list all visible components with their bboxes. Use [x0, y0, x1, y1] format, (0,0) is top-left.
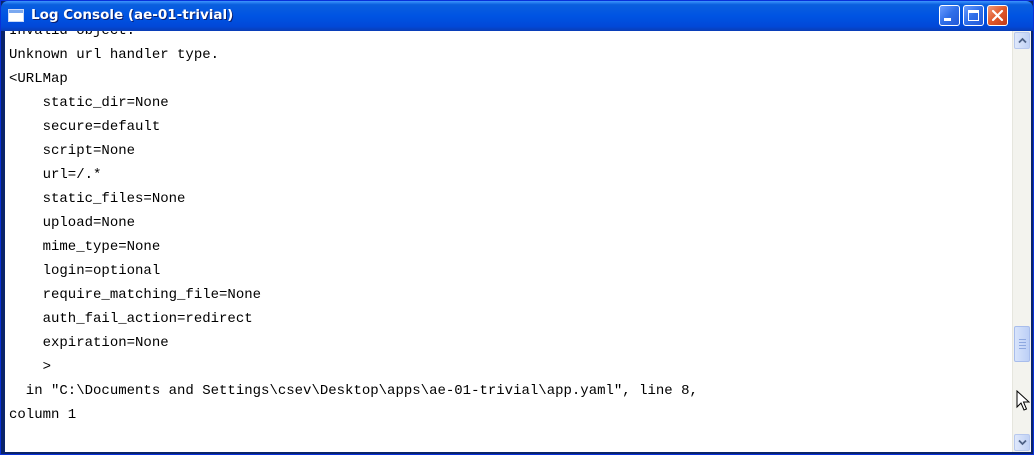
log-lines: Invalid object: Unknown url handler type.…	[9, 31, 698, 427]
close-button[interactable]	[987, 5, 1008, 26]
log-line: url=/.*	[9, 167, 102, 183]
close-icon	[991, 9, 1004, 22]
minimize-icon	[944, 18, 951, 21]
log-line: in "C:\Documents and Settings\csev\Deskt…	[9, 383, 698, 399]
log-line: Invalid object:	[9, 31, 136, 39]
log-line: auth_fail_action=redirect	[9, 311, 253, 327]
vertical-scrollbar[interactable]	[1012, 31, 1031, 452]
log-line: script=None	[9, 143, 136, 159]
chevron-down-icon	[1018, 439, 1027, 446]
scroll-down-button[interactable]	[1014, 434, 1030, 451]
log-line: Unknown url handler type.	[9, 47, 220, 63]
console-window-icon	[8, 9, 24, 22]
log-line: static_dir=None	[9, 95, 169, 111]
mouse-pointer-icon	[1016, 390, 1030, 411]
thumb-grip-line	[1019, 339, 1026, 340]
scroll-up-button[interactable]	[1014, 32, 1030, 49]
console-client-area: Invalid object: Unknown url handler type.…	[5, 31, 1031, 452]
thumb-grip-line	[1019, 348, 1026, 349]
log-line: mime_type=None	[9, 239, 161, 255]
log-line: <URLMap	[9, 71, 68, 87]
title-bar[interactable]: Log Console (ae-01-trivial)	[1, 1, 1033, 31]
minimize-button[interactable]	[939, 5, 960, 26]
log-text-area[interactable]: Invalid object: Unknown url handler type.…	[5, 31, 1011, 452]
thumb-grip-line	[1019, 345, 1026, 346]
log-line: secure=default	[9, 119, 161, 135]
log-line: column 1	[9, 407, 77, 423]
window-title: Log Console (ae-01-trivial)	[31, 7, 234, 23]
log-line: expiration=None	[9, 335, 169, 351]
maximize-icon	[968, 10, 979, 21]
chevron-up-icon	[1018, 37, 1027, 44]
scroll-thumb[interactable]	[1014, 326, 1030, 362]
log-line: upload=None	[9, 215, 136, 231]
log-line: login=optional	[9, 263, 161, 279]
thumb-grip-line	[1019, 342, 1026, 343]
log-line: static_files=None	[9, 191, 186, 207]
log-line: require_matching_file=None	[9, 287, 262, 303]
maximize-button[interactable]	[963, 5, 984, 26]
log-console-window: Log Console (ae-01-trivial) Invalid obje…	[0, 0, 1034, 455]
log-line: >	[9, 359, 52, 375]
